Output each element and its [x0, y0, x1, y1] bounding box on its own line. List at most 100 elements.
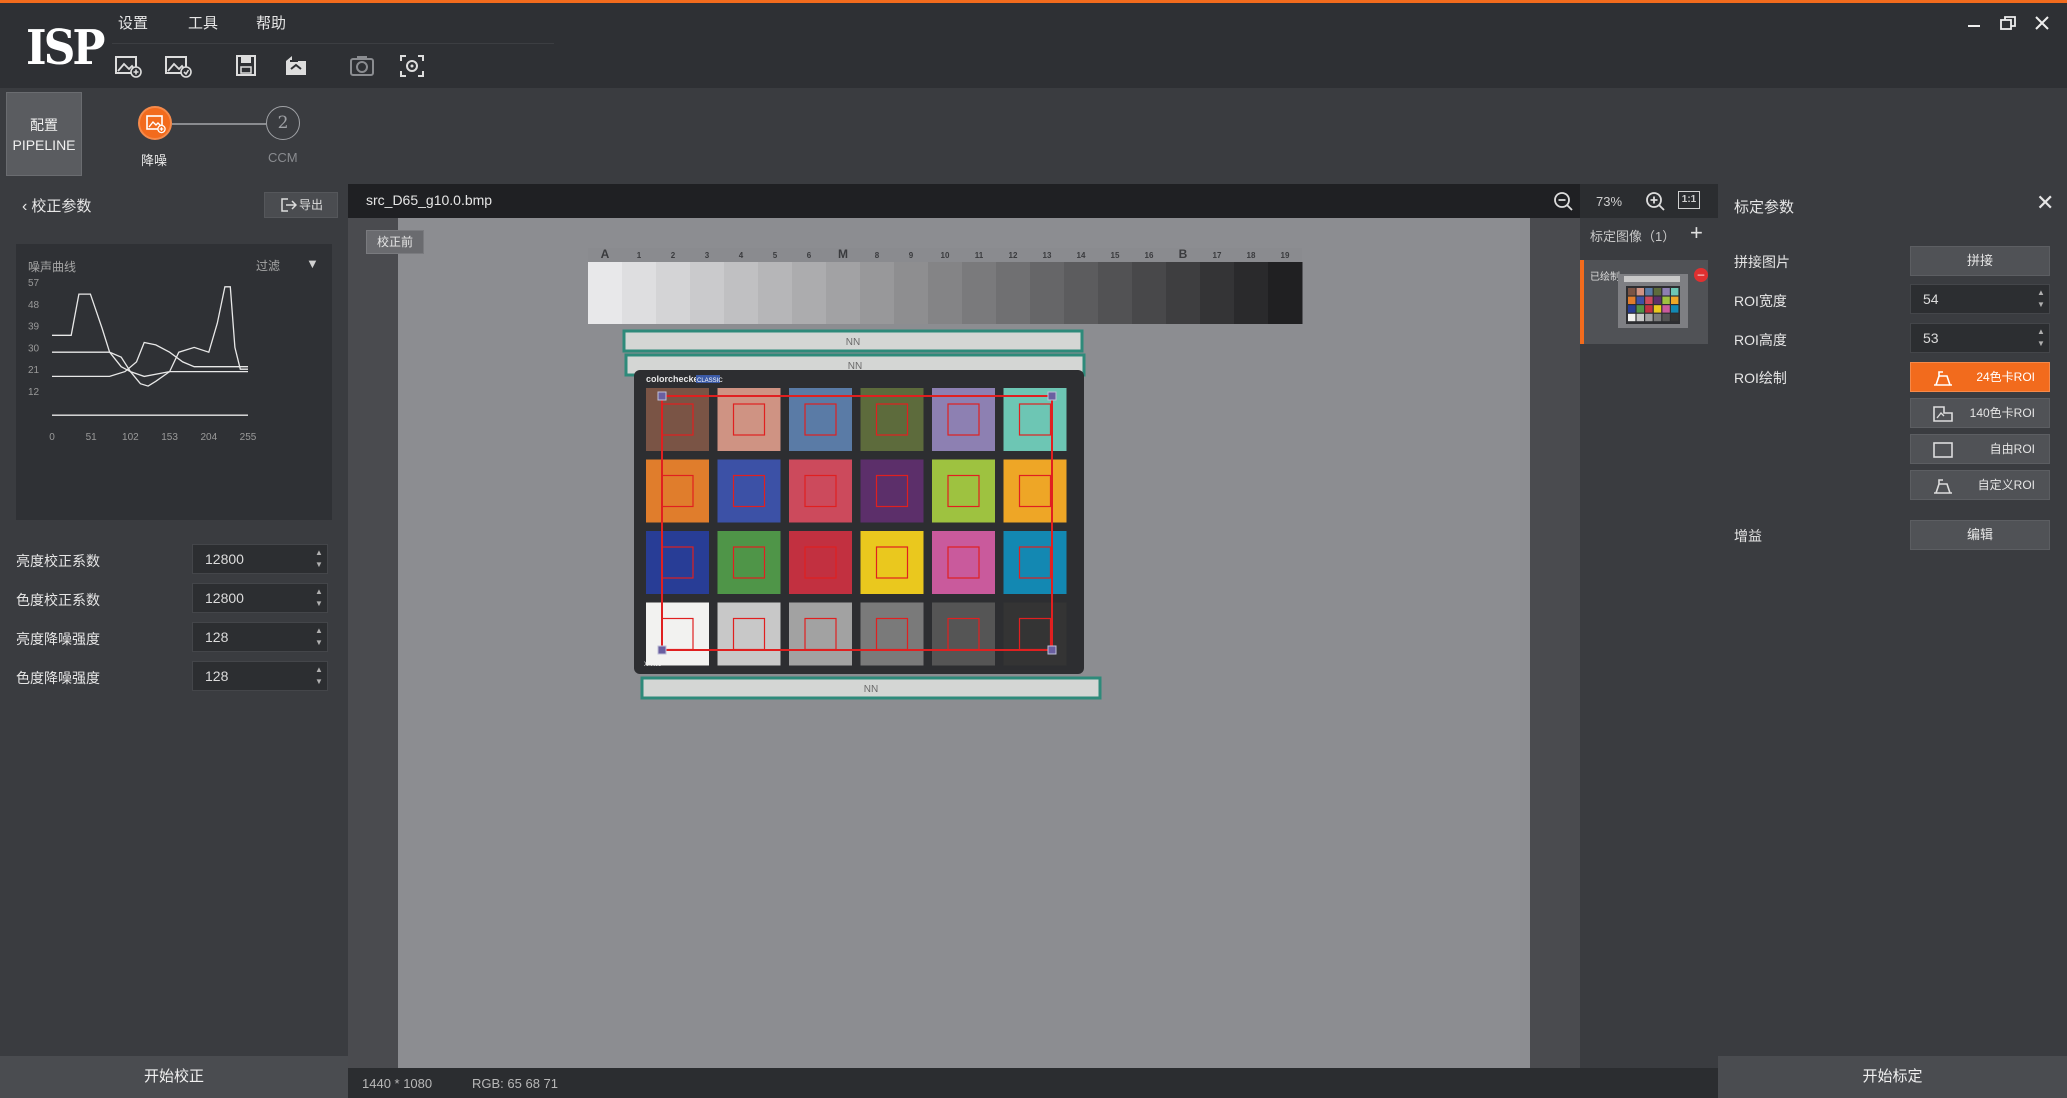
thumb-patch: [1653, 313, 1662, 322]
menu-help[interactable]: 帮助: [256, 12, 286, 33]
param-label: 亮度校正系数: [16, 553, 100, 569]
color-patch: [1003, 602, 1067, 666]
minimize-icon[interactable]: [1962, 11, 1986, 35]
start-correction-button[interactable]: 开始校正: [0, 1056, 348, 1098]
strip-tick-label: 12: [1009, 251, 1018, 260]
thumb-patch: [1662, 313, 1670, 322]
filter-icon[interactable]: ▼: [306, 256, 319, 271]
gain-edit-button[interactable]: 编辑: [1910, 520, 2050, 550]
close-icon[interactable]: [2030, 11, 2054, 35]
roi-24-button[interactable]: 24色卡ROI: [1910, 362, 2050, 392]
gray-step-patch: [1098, 262, 1133, 324]
thumb-patch: [1645, 305, 1653, 313]
roi-corner-handle: [657, 645, 667, 655]
start-calibration-button[interactable]: 开始标定: [1718, 1056, 2067, 1098]
zoom-in-icon[interactable]: [1644, 190, 1666, 212]
spin-arrows-icon[interactable]: ▲ ▼: [2035, 287, 2047, 311]
gray-step-patch: [860, 262, 895, 324]
denoise-icon: [146, 115, 166, 134]
export-button[interactable]: 导出: [264, 192, 338, 218]
param-row-luma-strength: 亮度降噪强度 128 ▲ ▼: [16, 622, 332, 652]
spin-arrows-icon[interactable]: ▲ ▼: [313, 664, 325, 688]
roi-height-input[interactable]: 53 ▲ ▼: [1910, 323, 2050, 353]
color-patch: [717, 602, 781, 666]
remove-icon[interactable]: –: [1694, 268, 1708, 282]
strip-tick-label: 19: [1281, 251, 1290, 260]
thumb-patch: [1653, 305, 1662, 313]
roi-140-button[interactable]: 140色卡ROI: [1910, 398, 2050, 428]
color-patch: [789, 602, 852, 666]
strip-tick-label: 8: [875, 251, 880, 260]
before-correction-button[interactable]: 校正前: [366, 230, 424, 254]
step-denoise[interactable]: [138, 106, 172, 140]
config-pipeline-button[interactable]: 配置 PIPELINE: [6, 92, 82, 176]
step-ccm-label: CCM: [268, 150, 298, 165]
luma-coef-input[interactable]: 12800 ▲ ▼: [192, 544, 328, 574]
color-patch: [1003, 459, 1067, 523]
color-patch: [860, 602, 924, 666]
thumbnail-item[interactable]: 已绘制 –: [1580, 260, 1708, 344]
noise-curve-chart: 57 48 39 30 21 12 0 51 102 153 204 255: [28, 278, 257, 443]
step-ccm[interactable]: 2: [266, 106, 300, 140]
image-canvas[interactable]: A 1 2 3 4 5 6 M 8 9 10 11 12 13 14 15 16 B 17 18 19 NN NN NN col…: [398, 218, 1530, 1068]
capture-icon[interactable]: [398, 53, 426, 79]
zoom-out-icon[interactable]: [1552, 190, 1574, 212]
close-icon[interactable]: ✕: [2036, 190, 2054, 216]
export-icon: [281, 198, 297, 212]
x-tick-label: 51: [86, 432, 98, 443]
strip-tick-label: 18: [1247, 251, 1256, 260]
import-icon[interactable]: [282, 53, 310, 79]
plus-icon[interactable]: +: [1690, 220, 1703, 246]
gray-step-patch: [1200, 262, 1235, 324]
step-denoise-label: 降噪: [141, 153, 168, 168]
param-row-chroma-strength: 色度降噪强度 128 ▲ ▼: [16, 661, 332, 691]
restore-icon[interactable]: [1996, 11, 2020, 35]
color-patch: [860, 531, 924, 594]
actual-size-button[interactable]: 1:1: [1678, 191, 1700, 209]
export-label: 导出: [299, 198, 324, 212]
color-checker-image[interactable]: A 1 2 3 4 5 6 M 8 9 10 11 12 13 14 15 16 B 17 18 19NNNNNNcol…: [398, 218, 1530, 1068]
roi-free-button[interactable]: 自由ROI: [1910, 434, 2050, 464]
strip-tick-label: 16: [1145, 251, 1154, 260]
color-patch: [789, 531, 852, 594]
thumb-patch: [1636, 288, 1644, 296]
y-tick-label: 21: [28, 365, 40, 376]
gray-step-patch: [792, 262, 827, 324]
color-patch: [789, 388, 852, 451]
spin-arrows-icon[interactable]: ▲ ▼: [2035, 326, 2047, 350]
camera-icon[interactable]: [348, 53, 376, 79]
back-button[interactable]: ‹ 校正参数: [22, 195, 91, 216]
thumb-strip: [1624, 276, 1680, 282]
strip-tick-label: 4: [739, 251, 744, 260]
menu-tools[interactable]: 工具: [188, 12, 218, 33]
gray-step-patch: [588, 262, 623, 324]
gray-step-patch: [962, 262, 997, 324]
chroma-coef-input[interactable]: 12800 ▲ ▼: [192, 583, 328, 613]
color-patch: [932, 531, 995, 594]
noise-curve-title: 噪声曲线: [28, 260, 77, 274]
spin-arrows-icon[interactable]: ▲ ▼: [313, 625, 325, 649]
canvas-area[interactable]: A 1 2 3 4 5 6 M 8 9 10 11 12 13 14 15 16 B 17 18 19 NN NN NN col…: [348, 218, 1580, 1068]
save-icon[interactable]: [232, 53, 260, 79]
spin-arrows-icon[interactable]: ▲ ▼: [313, 547, 325, 571]
luma-strength-input[interactable]: 128 ▲ ▼: [192, 622, 328, 652]
menu-settings[interactable]: 设置: [118, 12, 148, 33]
thumbnail-panel: 标定图像（1） + 已绘制 –: [1580, 218, 1718, 1068]
gray-step-patch: [996, 262, 1031, 324]
filter-label: 过滤: [256, 259, 281, 273]
roi-custom-button[interactable]: 自定义ROI: [1910, 470, 2050, 500]
spin-arrows-icon[interactable]: ▲ ▼: [313, 586, 325, 610]
thumb-patch: [1628, 305, 1636, 313]
chroma-strength-input[interactable]: 128 ▲ ▼: [192, 661, 328, 691]
color-patch: [932, 388, 995, 451]
open-image-icon[interactable]: [164, 53, 192, 79]
roi-width-input[interactable]: 54 ▲ ▼: [1910, 284, 2050, 314]
add-image-icon[interactable]: [114, 53, 142, 79]
strip-tick-label: 15: [1111, 251, 1120, 260]
color-patch: [646, 602, 709, 666]
config-label-line2: PIPELINE: [12, 137, 76, 153]
x-tick-label: 204: [200, 432, 217, 443]
thumb-patch: [1671, 305, 1679, 313]
stitch-button[interactable]: 拼接: [1910, 246, 2050, 276]
gray-step-patch: [928, 262, 963, 324]
